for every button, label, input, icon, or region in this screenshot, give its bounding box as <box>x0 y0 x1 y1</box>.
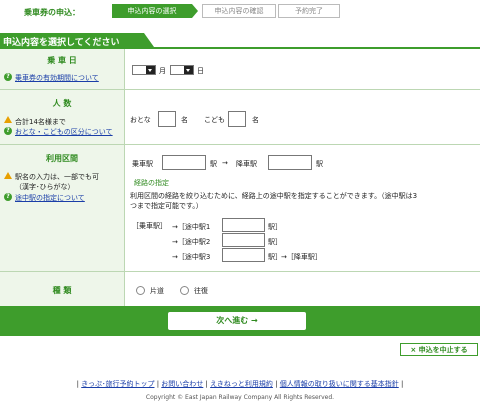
from-station-label: 乗車駅 <box>132 160 153 168</box>
via-station-1-input[interactable] <box>222 218 265 232</box>
step-1-arrow <box>192 4 198 18</box>
child-unit: 名 <box>252 116 259 124</box>
footer-link-top[interactable]: きっぷ･旅行予約トップ <box>81 380 154 388</box>
type-heading: 種 類 <box>52 286 72 295</box>
footer-link-contact[interactable]: お問い合わせ <box>161 380 203 388</box>
route-heading: 利用区間 <box>46 154 78 163</box>
to-station-unit: 駅 <box>316 160 323 168</box>
next-button[interactable]: 次へ進む → <box>168 312 306 330</box>
round-trip-radio[interactable] <box>180 286 189 295</box>
to-station-input[interactable] <box>268 155 312 170</box>
cancel-button[interactable]: × 申込を中止する <box>400 343 478 356</box>
route-arrow: → <box>222 159 228 167</box>
adult-child-link[interactable]: おとな・こどもの区分について <box>15 127 113 137</box>
via-2-close: 駅］ <box>268 238 282 246</box>
help-icon: ? <box>4 127 12 135</box>
people-note: 合計14名様まで <box>15 118 66 126</box>
via-to-suffix: →［降車駅］ <box>281 253 322 261</box>
from-station-unit: 駅 <box>210 160 217 168</box>
step-indicator: 申込内容の選択 申込内容の確認 予約完了 <box>112 4 340 18</box>
step-3: 予約完了 <box>278 4 340 18</box>
warning-icon <box>4 172 12 179</box>
child-count-input[interactable] <box>228 111 246 127</box>
via-description-2: つまで指定可能です。） <box>130 202 203 210</box>
one-way-radio[interactable] <box>136 286 145 295</box>
footer-link-privacy[interactable]: 個人情報の取り扱いに関する基本指針 <box>280 380 399 388</box>
one-way-label: 片道 <box>150 287 164 295</box>
footer-link-terms[interactable]: えきねっと利用規約 <box>210 380 273 388</box>
via-1-close: 駅］ <box>268 223 282 231</box>
round-trip-label: 往復 <box>194 287 208 295</box>
footer-links: | きっぷ･旅行予約トップ | お問い合わせ | えきねっと利用規約 | 個人情… <box>76 380 404 388</box>
adult-unit: 名 <box>181 116 188 124</box>
day-unit: 日 <box>197 67 204 75</box>
via-2-label: →［途中駅2 <box>172 238 211 246</box>
to-station-label: 降車駅 <box>236 160 257 168</box>
date-heading: 乗 車 日 <box>47 56 77 65</box>
help-icon: ? <box>4 193 12 201</box>
validity-period-link[interactable]: 乗車券の有効期間について <box>15 73 99 83</box>
route-note-2: （漢字･ひらがな） <box>15 183 75 191</box>
via-description-1: 利用区間の経路を絞り込むために、経路上の途中駅を指定することができます。（途中駅… <box>130 192 418 200</box>
via-station-2-input[interactable] <box>222 233 265 247</box>
via-station-link[interactable]: 途中駅の指定について <box>15 193 85 203</box>
via-1-label: →［途中駅1 <box>172 223 211 231</box>
help-icon: ? <box>4 73 12 81</box>
header-title: 乗車券の申込： <box>24 8 80 17</box>
day-select[interactable] <box>170 65 194 75</box>
warning-icon <box>4 116 12 123</box>
month-select[interactable] <box>132 65 156 75</box>
adult-count-input[interactable] <box>158 111 176 127</box>
route-note-1: 駅名の入力は、一部でも可 <box>15 173 99 181</box>
via-station-3-input[interactable] <box>222 248 265 262</box>
via-from-bracket: ［乗車駅］ <box>132 222 167 230</box>
from-station-input[interactable] <box>162 155 206 170</box>
adult-label: おとな <box>130 116 151 124</box>
via-3-label: →［途中駅3 <box>172 253 211 261</box>
people-heading: 人 数 <box>52 99 72 108</box>
month-unit: 月 <box>159 67 166 75</box>
step-1-active: 申込内容の選択 <box>112 4 192 18</box>
via-3-close: 駅］ <box>268 253 282 261</box>
copyright: Copyright © East Japan Railway Company A… <box>145 394 335 401</box>
step-2: 申込内容の確認 <box>202 4 276 18</box>
child-label: こども <box>204 116 225 124</box>
via-heading: 経路の指定 <box>134 179 169 187</box>
